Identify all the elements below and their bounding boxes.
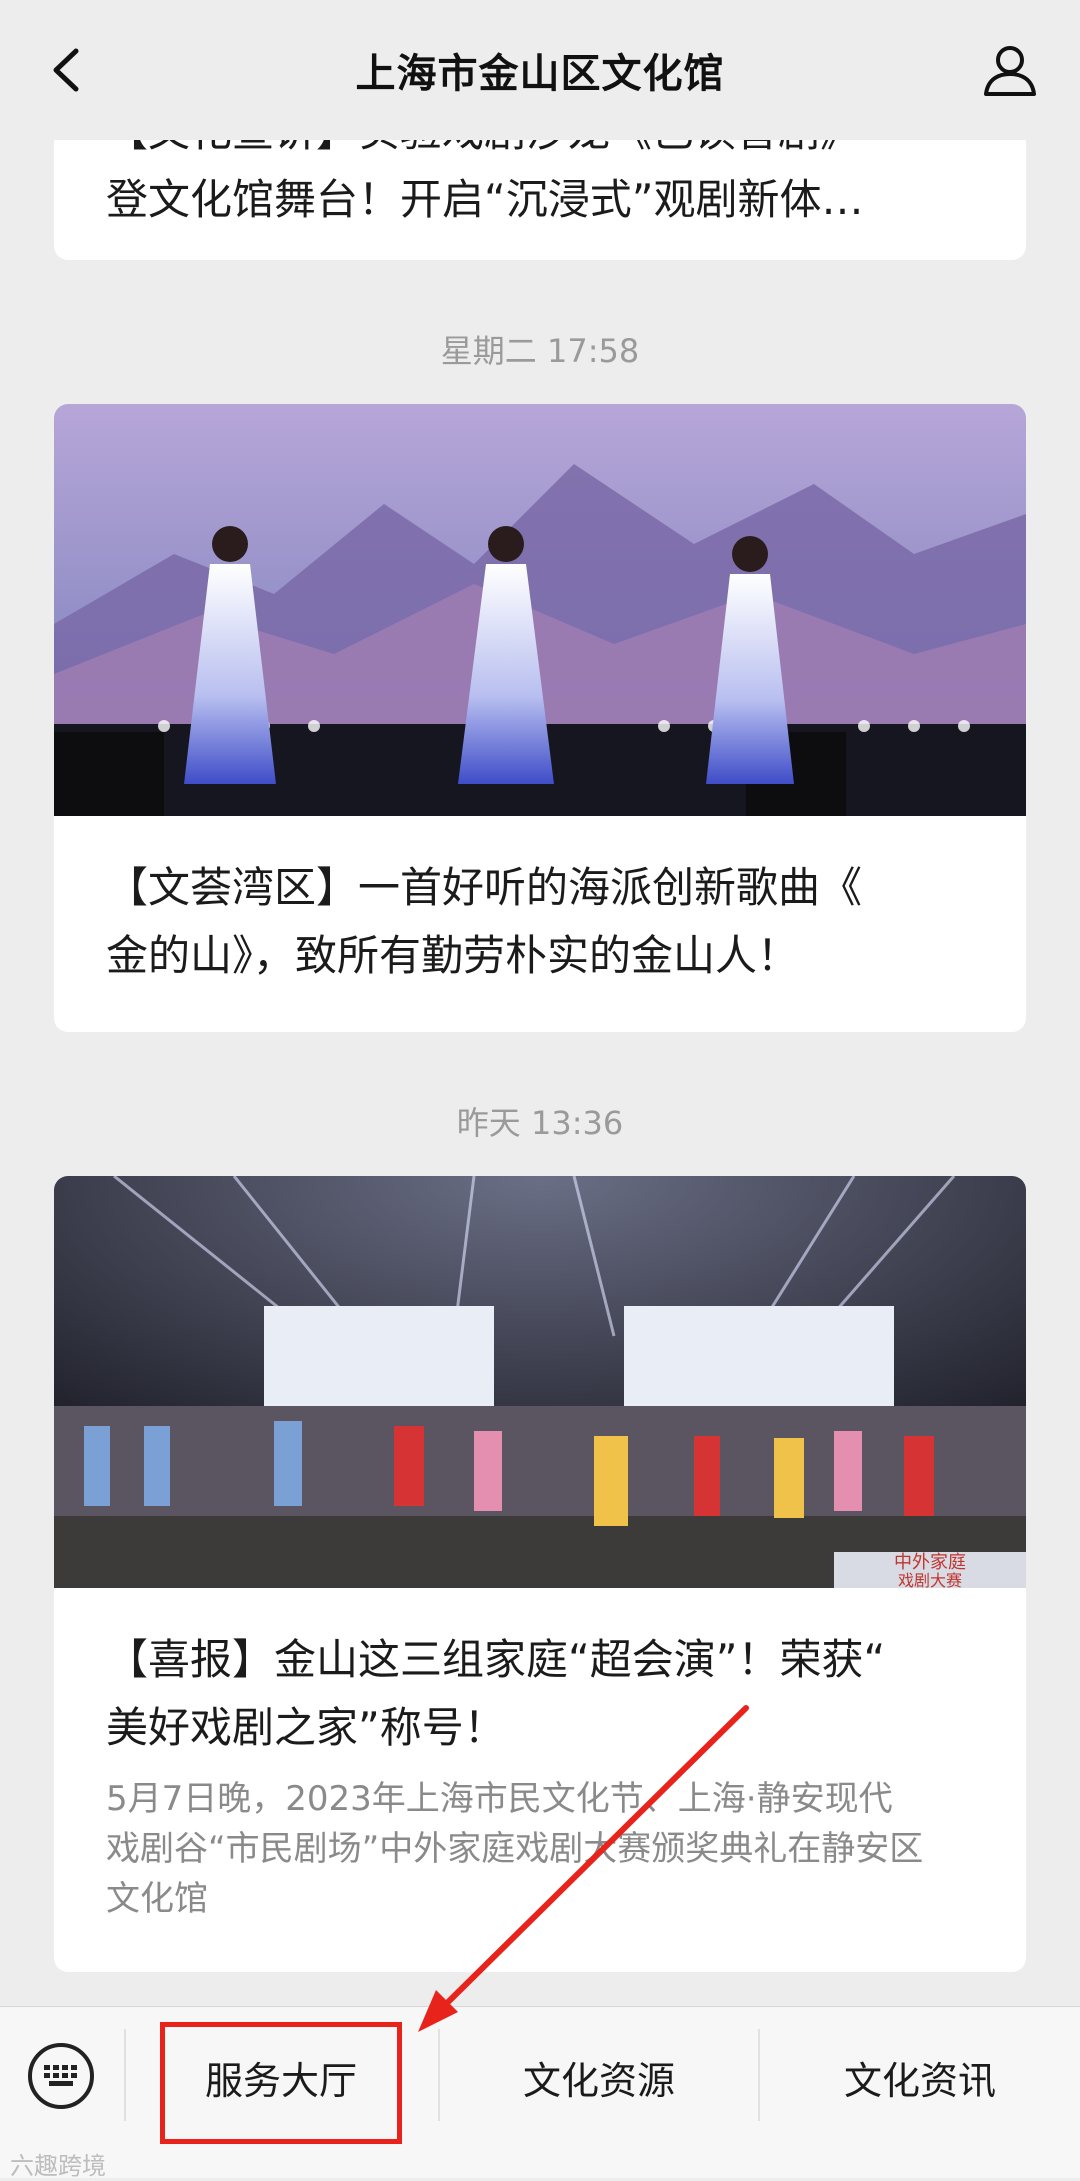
keyboard-icon xyxy=(44,2065,77,2086)
article-title: 【喜报】金山这三组家庭“超会演”！荣获“ 美好戏剧之家”称号！ xyxy=(106,1635,886,1752)
keyboard-toggle-button[interactable] xyxy=(28,2043,94,2109)
page-title: 上海市金山区文化馆 xyxy=(355,51,725,97)
highlight-box xyxy=(160,2022,402,2144)
article-summary: 5月7日晚，2023年上海市民文化节、上海·静安现代 戏剧谷“市民剧场”中外家庭… xyxy=(106,1779,924,1919)
image-caption: 戏剧大赛 xyxy=(898,1571,962,1588)
person-icon xyxy=(984,46,1036,96)
timestamp: 昨天 13:36 xyxy=(456,1104,624,1142)
watermark: 六趣跨境 xyxy=(10,2152,106,2180)
article-card[interactable]: 中外家庭 戏剧大赛 【喜报】金山这三组家庭“超会演”！荣获“ 美好戏剧之家”称号… xyxy=(54,1176,1026,1972)
chevron-left-icon xyxy=(53,48,79,92)
timestamp: 星期二 17:58 xyxy=(440,332,640,370)
menu-label: 文化资讯 xyxy=(843,2058,996,2103)
menu-culture-news[interactable]: 文化资讯 xyxy=(760,2007,1080,2147)
article-cover-image xyxy=(54,404,1026,816)
top-nav-bar: 上海市金山区文化馆 xyxy=(0,0,1080,140)
article-cover-image: 中外家庭 戏剧大赛 xyxy=(54,1176,1026,1588)
menu-label: 文化资源 xyxy=(522,2058,675,2103)
image-caption: 中外家庭 xyxy=(894,1552,966,1573)
menu-culture-resources[interactable]: 文化资源 xyxy=(440,2007,758,2147)
article-card[interactable]: 【文荟湾区】一首好听的海派创新歌曲《 金的山》，致所有勤劳朴实的金山人！ xyxy=(54,404,1026,1032)
profile-button[interactable] xyxy=(980,40,1040,100)
back-button[interactable] xyxy=(36,40,96,100)
article-title: 【文荟湾区】一首好听的海派创新歌曲《 金的山》，致所有勤劳朴实的金山人！ xyxy=(106,863,863,980)
